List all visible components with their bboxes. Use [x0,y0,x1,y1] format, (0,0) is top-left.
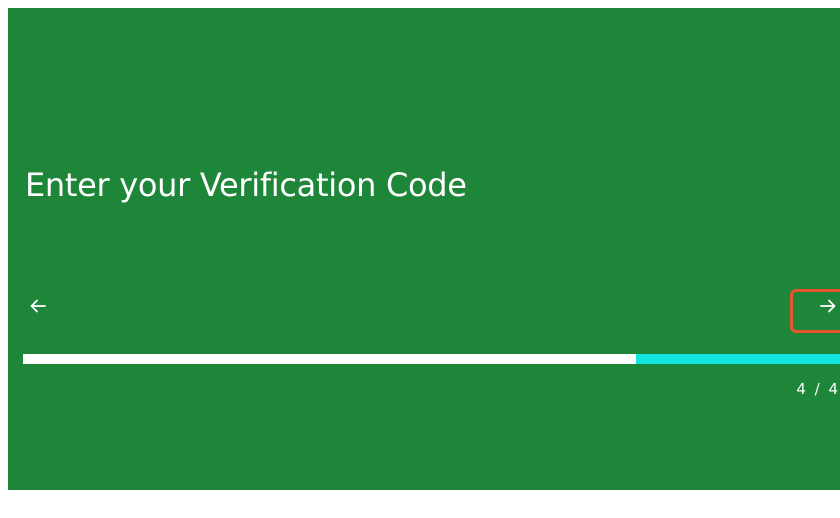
step-counter: 4 / 4 [796,380,840,398]
progress-bar-remaining [635,354,840,364]
progress-bar [23,354,840,364]
verification-step-panel: Enter your Verification Code 4 / 4 [8,8,840,490]
step-title: Enter your Verification Code [25,166,467,204]
arrow-right-icon [820,299,836,313]
previous-button[interactable] [24,292,52,320]
next-button[interactable] [814,292,840,320]
arrow-left-icon [30,299,46,313]
